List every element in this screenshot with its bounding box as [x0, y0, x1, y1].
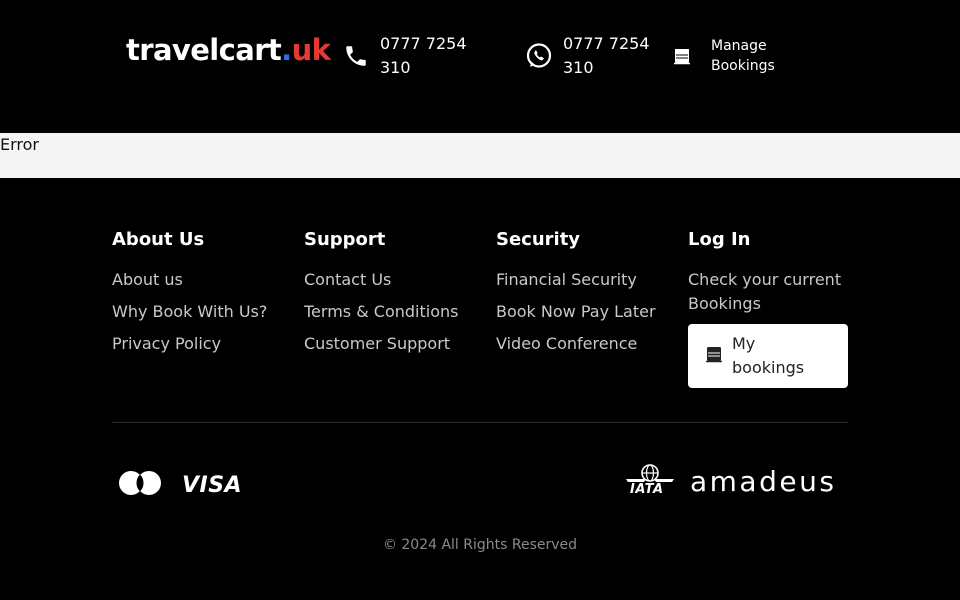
logo-brand: travelcart: [126, 33, 282, 67]
phone-contact-link[interactable]: 0777 7254 310: [342, 32, 492, 80]
manage-bookings-label: Manage Bookings: [711, 38, 775, 74]
footer-link-terms[interactable]: Terms & Conditions: [304, 300, 484, 324]
logo-dot: .: [281, 33, 292, 67]
iata-wordmark: IATA: [630, 482, 664, 497]
footer-link-book-now-pay-later[interactable]: Book Now Pay Later: [496, 300, 676, 324]
footer-column-about: About Us About us Why Book With Us? Priv…: [112, 228, 292, 364]
footer-heading-login: Log In: [688, 229, 751, 250]
login-note: Check your current Bookings: [688, 270, 842, 313]
iata-logo: IATA: [624, 464, 676, 500]
partner-logos: IATA amadeus: [624, 464, 836, 500]
site-footer: About Us About us Why Book With Us? Priv…: [0, 178, 960, 600]
footer-link-video-conference[interactable]: Video Conference: [496, 332, 676, 356]
footer-link-privacy[interactable]: Privacy Policy: [112, 332, 292, 356]
phone-icon: [342, 42, 370, 70]
footer-column-security: Security Financial Security Book Now Pay…: [496, 228, 676, 364]
whatsapp-number: 0777 7254 310: [563, 34, 650, 77]
my-bookings-button[interactable]: My bookings: [688, 324, 848, 388]
payment-methods: VISA: [116, 468, 242, 502]
footer-heading-security: Security: [496, 229, 581, 250]
error-banner: Error: [0, 133, 960, 178]
whatsapp-icon: [525, 42, 553, 70]
footer-column-login: Log In Check your current Bookings My bo…: [688, 228, 868, 388]
footer-link-why-book[interactable]: Why Book With Us?: [112, 300, 292, 324]
amadeus-logo: amadeus: [690, 465, 837, 498]
logo-tld: uk: [291, 33, 331, 67]
mastercard-icon: [116, 468, 164, 502]
copyright-text: © 2024 All Rights Reserved: [382, 537, 578, 553]
bookings-icon: [704, 344, 724, 368]
bookings-icon: [672, 42, 692, 70]
site-header: travelcart.uk 0777 7254 310 0777 7254 31…: [0, 0, 960, 133]
phone-number: 0777 7254 310: [380, 34, 467, 77]
travelcart-logo[interactable]: travelcart.uk: [126, 33, 331, 67]
my-bookings-label: My bookings: [732, 334, 805, 377]
error-message: Error: [0, 135, 39, 154]
footer-link-financial-security[interactable]: Financial Security: [496, 268, 676, 292]
footer-link-contact[interactable]: Contact Us: [304, 268, 484, 292]
footer-heading-about: About Us: [112, 229, 205, 250]
footer-link-customer-support[interactable]: Customer Support: [304, 332, 484, 356]
footer-link-about-us[interactable]: About us: [112, 268, 292, 292]
manage-bookings-link[interactable]: Manage Bookings: [672, 36, 802, 76]
whatsapp-contact-link[interactable]: 0777 7254 310: [525, 32, 675, 80]
footer-divider: [112, 422, 848, 423]
footer-column-support: Support Contact Us Terms & Conditions Cu…: [304, 228, 484, 364]
footer-heading-support: Support: [304, 229, 386, 250]
visa-logo: VISA: [182, 472, 243, 498]
